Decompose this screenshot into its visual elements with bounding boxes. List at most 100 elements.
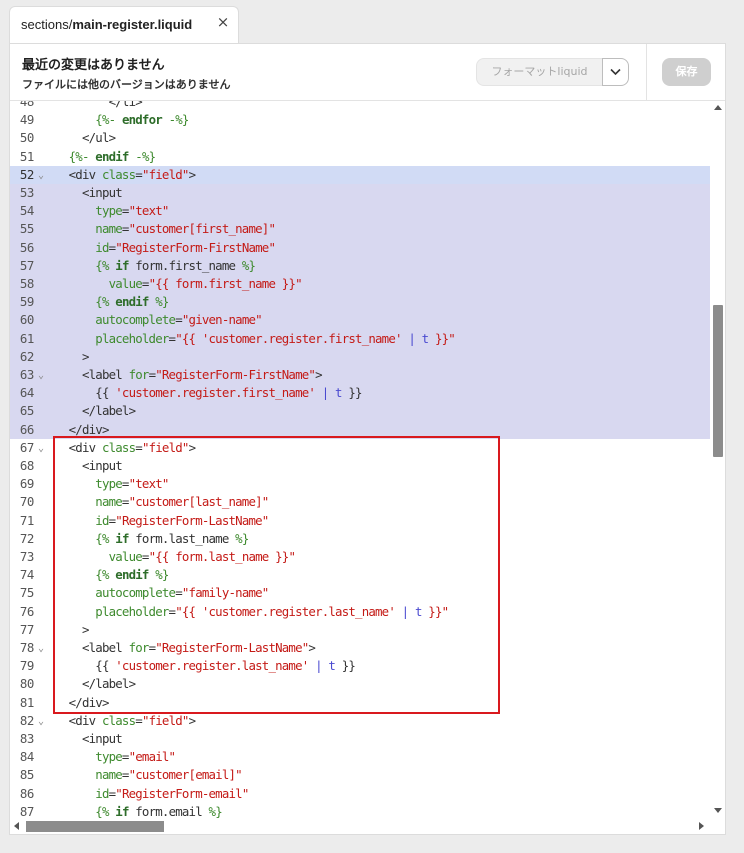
code-token: placeholder	[95, 603, 169, 619]
code-line[interactable]: 76 placeholder="{{ 'customer.register.la…	[10, 603, 710, 621]
code-line[interactable]: 65 </label>	[10, 402, 710, 421]
vertical-scrollbar[interactable]	[710, 101, 725, 819]
code-line[interactable]: 64 {{ 'customer.register.first_name' | t…	[10, 384, 710, 403]
code-token: "{{ 'customer.register.first_name'	[175, 330, 409, 346]
code-line[interactable]: 82 ⌄ <div class="field">	[10, 712, 710, 730]
code-line[interactable]: 51 {%- endif -%}	[10, 148, 710, 166]
line-number: 55	[19, 221, 35, 237]
code-line[interactable]: 69 type="text"	[10, 475, 710, 493]
code-token: class	[101, 166, 136, 182]
code-line[interactable]: 74 {% endif %}	[10, 566, 710, 584]
code-token: if	[115, 530, 129, 546]
code-line[interactable]: 48 </li>	[10, 101, 710, 111]
line-number: 51	[19, 148, 35, 164]
line-number: 71	[19, 512, 35, 528]
code-line[interactable]: 80 </label>	[10, 675, 710, 693]
code-token: %}	[241, 257, 256, 273]
line-number: 59	[19, 294, 35, 310]
code-line[interactable]: 49 {%- endfor -%}	[10, 111, 710, 129]
code-token: "customer[first_name]"	[128, 221, 276, 237]
code-token: >	[42, 348, 89, 364]
code-token: {%	[95, 567, 109, 583]
code-line[interactable]: 63 ⌄ <label for="RegisterForm-FirstName">	[10, 366, 710, 385]
code-token: =	[141, 276, 149, 291]
code-token: </li>	[42, 101, 143, 109]
code-line[interactable]: 71 id="RegisterForm-LastName"	[10, 512, 710, 530]
code-line[interactable]: 67 ⌄ <div class="field">	[10, 439, 710, 457]
code-line[interactable]: 60 autocomplete="given-name"	[10, 311, 710, 330]
code-line[interactable]: 61 placeholder="{{ 'customer.register.fi…	[10, 329, 710, 348]
code-line[interactable]: 85 name="customer[email]"	[10, 766, 710, 784]
code-line[interactable]: 62 >	[10, 347, 710, 366]
line-number: 58	[19, 276, 35, 291]
code-line[interactable]: 86 id="RegisterForm-email"	[10, 785, 710, 803]
code-token: if	[115, 803, 129, 819]
code-token: {%-	[95, 112, 116, 128]
scroll-down-arrow-icon[interactable]	[714, 808, 722, 813]
code-line[interactable]: 73 value="{{ form.last_name }}"	[10, 548, 710, 566]
code-text: <label for="RegisterForm-FirstName">	[42, 366, 323, 384]
code-line[interactable]: 79 {{ 'customer.register.last_name' | t …	[10, 657, 710, 675]
code-line[interactable]: 58 value="{{ form.first_name }}"	[10, 275, 710, 294]
code-line[interactable]: 81 </div>	[10, 694, 710, 712]
scroll-up-arrow-icon[interactable]	[714, 105, 722, 110]
line-number: 67	[19, 439, 35, 455]
code-text: </label>	[42, 402, 136, 420]
code-token: type	[95, 203, 122, 219]
code-line[interactable]: 50 </ul>	[10, 129, 710, 147]
code-line[interactable]: 55 name="customer[first_name]"	[10, 220, 710, 239]
format-liquid-button[interactable]: フォーマットliquid	[476, 58, 602, 86]
code-token: "RegisterForm-FirstName"	[115, 239, 276, 255]
code-line[interactable]: 77 >	[10, 621, 710, 639]
close-icon[interactable]: ×	[216, 13, 230, 31]
code-text: name="customer[email]"	[42, 766, 242, 784]
code-line[interactable]: 87 {% if form.email %}	[10, 803, 710, 819]
code-token: endfor	[121, 112, 163, 128]
code-token: "given-name"	[181, 312, 263, 328]
code-token: value	[108, 276, 143, 291]
scroll-left-arrow-icon[interactable]	[14, 822, 19, 830]
horizontal-scrollbar[interactable]	[10, 819, 710, 834]
code-line[interactable]: 66 </div>	[10, 420, 710, 439]
code-token: "field"	[141, 166, 189, 182]
code-token: =	[121, 767, 129, 783]
line-number: 70	[19, 494, 35, 510]
horizontal-scroll-thumb[interactable]	[26, 821, 164, 832]
code-token: "{{ form.first_name }}"	[148, 276, 303, 291]
code-line[interactable]: 56 id="RegisterForm-FirstName"	[10, 238, 710, 257]
code-token: =	[135, 439, 142, 455]
code-line[interactable]: 70 name="customer[last_name]"	[10, 493, 710, 511]
code-line[interactable]: 54 type="text"	[10, 202, 710, 221]
code-line[interactable]: 72 {% if form.last_name %}	[10, 530, 710, 548]
code-text: value="{{ form.first_name }}"	[42, 275, 303, 293]
code-token: {{	[42, 658, 116, 674]
code-line[interactable]: 57 {% if form.first_name %}	[10, 256, 710, 275]
file-tab[interactable]: sections/main-register.liquid ×	[9, 6, 239, 44]
code-line[interactable]: 84 type="email"	[10, 748, 710, 766]
vertical-scroll-thumb[interactable]	[713, 305, 723, 457]
code-token: class	[101, 712, 136, 728]
line-number: 54	[19, 203, 35, 219]
code-line[interactable]: 78 ⌄ <label for="RegisterForm-LastName">	[10, 639, 710, 657]
line-number: 61	[19, 330, 35, 346]
code-line[interactable]: 83 <input	[10, 730, 710, 748]
code-line[interactable]: 68 <input	[10, 457, 710, 475]
code-line[interactable]: 52 ⌄ <div class="field">	[10, 165, 710, 184]
code-editor[interactable]: 48 </li> 49 {%- endfor -%} 50 </ul> 51 {%- …	[10, 101, 725, 819]
code-line[interactable]: 75 autocomplete="family-name"	[10, 584, 710, 602]
code-text: placeholder="{{ 'customer.register.first…	[42, 330, 455, 348]
code-token: =	[135, 166, 142, 182]
code-line[interactable]: 59 {% endif %}	[10, 293, 710, 312]
code-token: {%	[95, 530, 109, 546]
code-text: <div class="field">	[42, 166, 196, 184]
scroll-right-arrow-icon[interactable]	[699, 822, 704, 830]
format-dropdown-button[interactable]	[602, 58, 629, 86]
line-number: 69	[19, 476, 35, 492]
code-token: name	[95, 767, 122, 783]
code-line[interactable]: 53 <input	[10, 184, 710, 203]
save-button[interactable]: 保存	[662, 58, 711, 86]
